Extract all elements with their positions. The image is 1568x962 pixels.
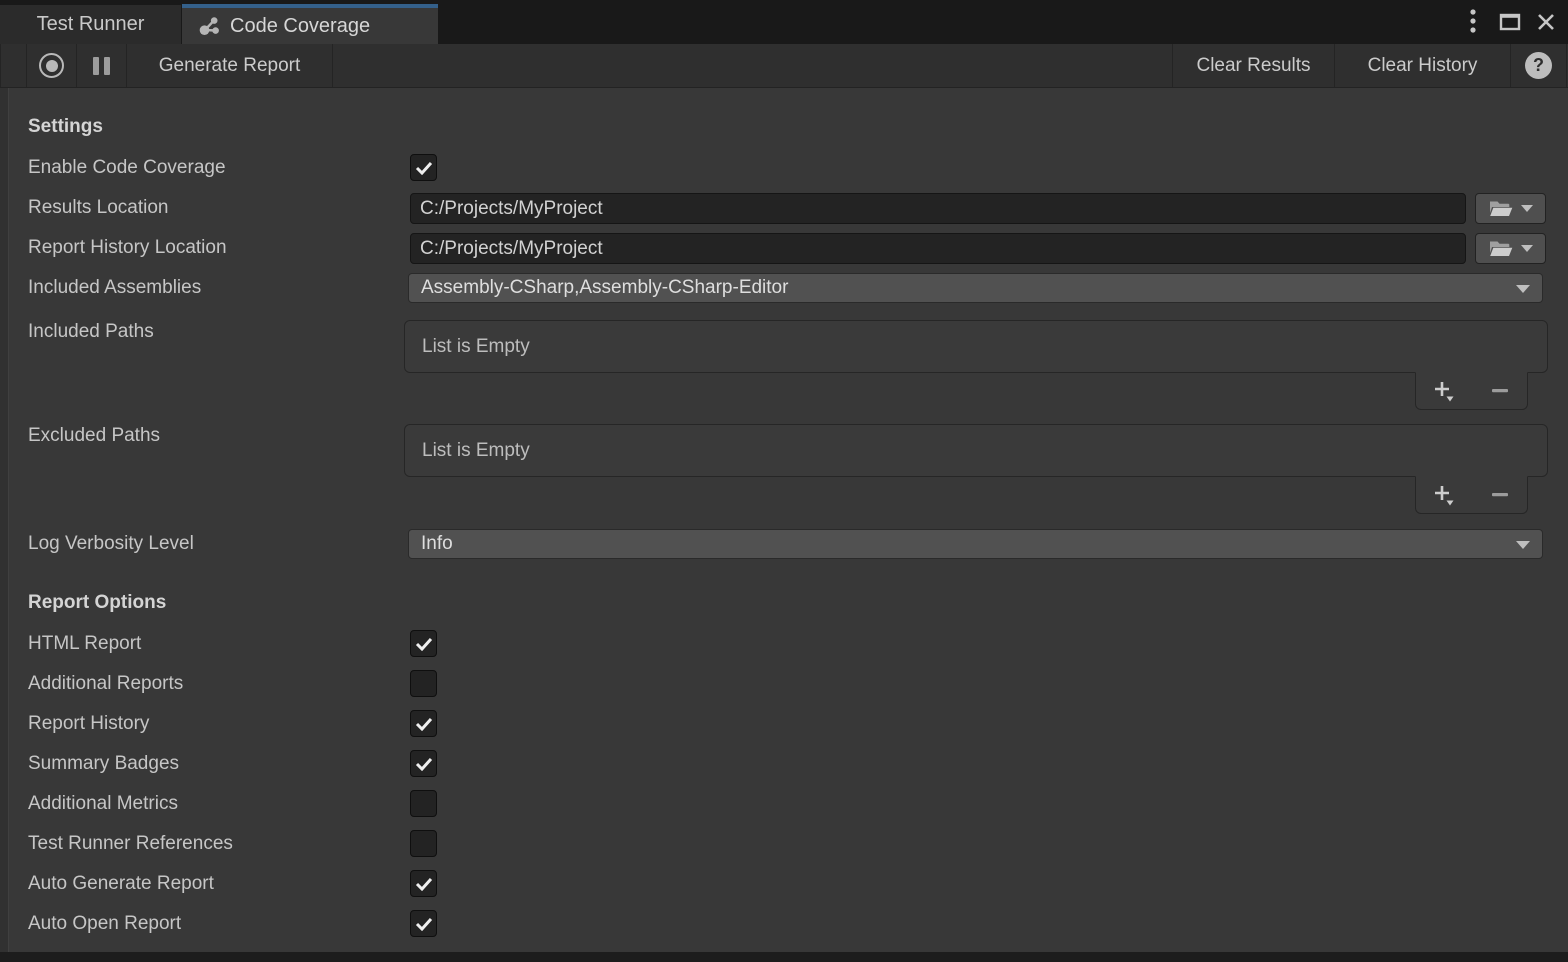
generate-report-button[interactable]: Generate Report xyxy=(126,44,333,87)
auto-generate-report-checkbox[interactable] xyxy=(410,870,437,897)
plus-icon xyxy=(1433,380,1455,402)
chevron-down-icon xyxy=(1516,541,1530,549)
maximize-button[interactable] xyxy=(1494,0,1526,44)
report-history-checkbox[interactable] xyxy=(410,710,437,737)
included-paths-list-footer xyxy=(1415,372,1528,410)
open-folder-icon xyxy=(1489,240,1513,257)
tab-test-runner-label: Test Runner xyxy=(37,13,145,36)
results-location-input[interactable]: C:/Projects/MyProject xyxy=(410,193,1466,224)
report-history-location-browse-button[interactable] xyxy=(1475,233,1546,264)
tab-bar: Test Runner Code Coverage xyxy=(0,0,1568,44)
auto-open-report-checkbox[interactable] xyxy=(410,910,437,937)
record-icon xyxy=(39,53,64,78)
excluded-paths-remove-button[interactable] xyxy=(1483,481,1517,509)
generate-report-label: Generate Report xyxy=(159,55,301,77)
included-assemblies-value: Assembly-CSharp,Assembly-CSharp-Editor xyxy=(421,277,788,299)
included-paths-remove-button[interactable] xyxy=(1483,377,1517,405)
additional-metrics-label: Additional Metrics xyxy=(28,793,178,815)
included-assemblies-dropdown[interactable]: Assembly-CSharp,Assembly-CSharp-Editor xyxy=(408,273,1543,303)
html-report-label: HTML Report xyxy=(28,633,141,655)
test-runner-references-checkbox[interactable] xyxy=(410,830,437,857)
tab-test-runner[interactable]: Test Runner xyxy=(0,5,181,44)
help-icon: ? xyxy=(1525,52,1552,79)
html-report-checkbox[interactable] xyxy=(410,630,437,657)
clear-history-button[interactable]: Clear History xyxy=(1334,44,1510,87)
excluded-paths-list[interactable]: List is Empty xyxy=(404,424,1548,477)
open-folder-icon xyxy=(1489,200,1513,217)
results-location-browse-button[interactable] xyxy=(1475,193,1546,224)
tab-code-coverage-label: Code Coverage xyxy=(230,15,370,38)
chevron-down-icon xyxy=(1516,285,1530,293)
code-coverage-icon xyxy=(198,15,221,38)
chevron-down-icon xyxy=(1521,245,1533,252)
excluded-paths-add-button[interactable] xyxy=(1427,481,1461,509)
log-verbosity-level-label: Log Verbosity Level xyxy=(28,533,194,555)
check-icon xyxy=(415,717,433,731)
included-paths-add-button[interactable] xyxy=(1427,377,1461,405)
code-coverage-window: Test Runner Code Coverage xyxy=(0,0,1568,962)
report-history-location-label: Report History Location xyxy=(28,237,227,259)
check-icon xyxy=(415,877,433,891)
included-paths-empty-text: List is Empty xyxy=(422,336,530,358)
results-location-label: Results Location xyxy=(28,197,168,219)
clear-results-label: Clear Results xyxy=(1196,55,1310,77)
minus-icon xyxy=(1492,389,1508,393)
toolbar-spacer xyxy=(0,44,26,87)
window-bottom-edge xyxy=(0,952,1568,962)
included-paths-list[interactable]: List is Empty xyxy=(404,320,1548,373)
enable-code-coverage-label: Enable Code Coverage xyxy=(28,157,226,179)
check-icon xyxy=(415,161,433,175)
window-menu-button[interactable] xyxy=(1457,0,1489,44)
check-icon xyxy=(415,637,433,651)
tab-code-coverage[interactable]: Code Coverage xyxy=(182,4,438,44)
kebab-menu-icon xyxy=(1469,8,1477,36)
excluded-paths-list-footer xyxy=(1415,476,1528,514)
additional-reports-checkbox[interactable] xyxy=(410,670,437,697)
chevron-down-icon xyxy=(1521,205,1533,212)
enable-code-coverage-checkbox[interactable] xyxy=(410,154,437,181)
panel-left-edge xyxy=(0,88,9,952)
included-assemblies-label: Included Assemblies xyxy=(28,277,201,299)
clear-results-button[interactable]: Clear Results xyxy=(1172,44,1334,87)
log-verbosity-level-dropdown[interactable]: Info xyxy=(408,529,1543,559)
maximize-icon xyxy=(1499,13,1521,31)
toolbar: Generate Report Clear Results Clear Hist… xyxy=(0,44,1568,88)
help-button[interactable]: ? xyxy=(1510,44,1567,87)
test-runner-references-label: Test Runner References xyxy=(28,833,233,855)
close-button[interactable] xyxy=(1530,0,1562,44)
additional-reports-label: Additional Reports xyxy=(28,673,183,695)
minus-icon xyxy=(1492,493,1508,497)
pause-icon xyxy=(93,57,110,75)
report-history-label: Report History xyxy=(28,713,149,735)
auto-generate-report-label: Auto Generate Report xyxy=(28,873,214,895)
excluded-paths-label: Excluded Paths xyxy=(28,425,160,447)
record-coverage-button[interactable] xyxy=(26,44,76,87)
clear-history-label: Clear History xyxy=(1368,55,1478,77)
log-verbosity-level-value: Info xyxy=(421,533,453,555)
additional-metrics-checkbox[interactable] xyxy=(410,790,437,817)
pause-button[interactable] xyxy=(76,44,126,87)
report-options-header: Report Options xyxy=(28,592,166,614)
check-icon xyxy=(415,917,433,931)
auto-open-report-label: Auto Open Report xyxy=(28,913,181,935)
summary-badges-checkbox[interactable] xyxy=(410,750,437,777)
summary-badges-label: Summary Badges xyxy=(28,753,179,775)
report-history-location-input[interactable]: C:/Projects/MyProject xyxy=(410,233,1466,264)
plus-icon xyxy=(1433,484,1455,506)
check-icon xyxy=(415,757,433,771)
included-paths-label: Included Paths xyxy=(28,321,154,343)
excluded-paths-empty-text: List is Empty xyxy=(422,440,530,462)
close-icon xyxy=(1536,12,1556,32)
settings-header: Settings xyxy=(28,116,103,138)
